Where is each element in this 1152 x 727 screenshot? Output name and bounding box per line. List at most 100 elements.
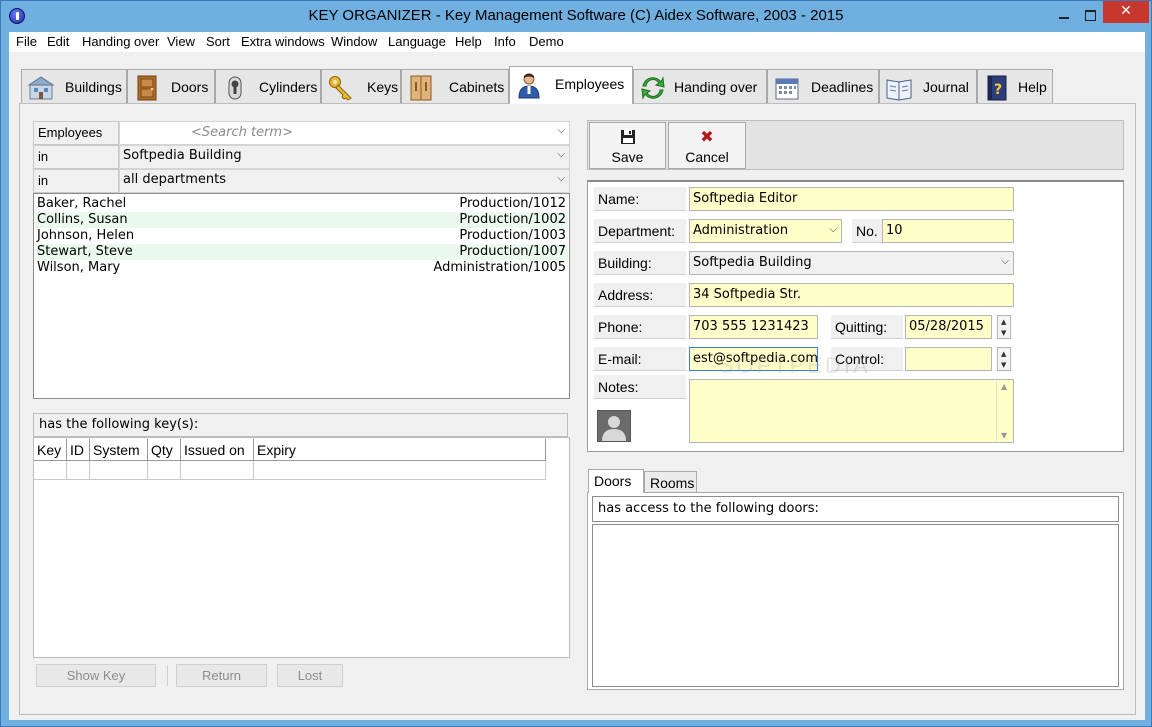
door-access-header: has access to the following doors: [592,496,1119,522]
control-date-spinner[interactable]: ▲ ▼ [997,347,1011,371]
tab-doors[interactable]: Doors [127,69,215,103]
column-header-id[interactable]: ID [67,439,90,461]
in-label: in [33,169,119,193]
table-cell[interactable] [90,461,148,480]
tab-handing-over[interactable]: Handing over [633,69,767,103]
tab-label: Cabinets [449,79,505,95]
employee-photo[interactable] [597,410,631,442]
chevron-down-icon[interactable]: ⌵ [557,125,565,136]
menu-help[interactable]: Help [455,34,482,49]
door-access-panel: has access to the following doors: [587,492,1124,690]
tab-journal[interactable]: Journal [879,69,977,103]
tab-doors-access[interactable]: Doors [588,469,644,493]
spin-down-icon[interactable]: ▼ [1001,361,1006,369]
tab-keys[interactable]: Keys [321,69,401,103]
menu-file[interactable]: File [16,34,37,49]
save-label: Save [611,149,644,165]
employee-department: Production/1007 [459,244,566,259]
employee-department: Production/1003 [459,228,566,243]
spin-up-icon[interactable]: ▲ [1001,350,1006,358]
list-item[interactable]: Stewart, Steve Production/1007 [35,244,568,260]
in-label: in [33,145,119,169]
number-field[interactable]: 10 [882,219,1014,243]
employee-list[interactable]: Baker, Rachel Production/1012 Collins, S… [33,193,570,399]
tab-label: Keys [367,79,399,95]
cancel-label: Cancel [685,149,729,165]
spin-down-icon[interactable]: ▼ [1001,329,1006,337]
menu-view[interactable]: View [167,34,195,49]
tab-deadlines[interactable]: Deadlines [767,69,879,103]
scroll-up-icon[interactable]: ▲ [1001,382,1007,391]
table-cell[interactable] [181,461,254,480]
tab-label: Cylinders [259,79,318,95]
scroll-down-icon[interactable]: ▼ [1001,431,1007,440]
phone-field[interactable]: 703 555 1231423 [689,315,818,339]
department-filter-combo[interactable]: all departments ⌵ [119,169,570,193]
keys-table[interactable]: Key ID System Qty Issued on Expiry [33,437,570,658]
name-field[interactable]: Softpedia Editor [689,187,1014,211]
minimize-button[interactable] [1051,7,1077,28]
building-label: Building: [594,251,686,275]
employee-name: Johnson, Helen [37,228,135,243]
email-field[interactable]: est@softpedia.com [689,347,818,371]
list-item[interactable]: Collins, Susan Production/1002 [35,212,568,228]
employee-department: Production/1012 [459,196,566,211]
column-header-key[interactable]: Key [34,439,67,461]
chevron-down-icon[interactable]: ⌵ [829,224,837,235]
table-cell[interactable] [67,461,90,480]
close-button[interactable]: ✕ [1103,1,1149,23]
tab-help[interactable]: ? Help [977,69,1053,103]
control-date-field[interactable] [905,347,992,371]
cancel-button[interactable]: ✖ Cancel [668,122,746,169]
tab-label: Help [1018,79,1047,95]
door-access-list[interactable] [592,524,1119,687]
tab-cabinets[interactable]: Cabinets [401,69,509,103]
list-item[interactable]: Baker, Rachel Production/1012 [35,196,568,212]
title-bar: KEY ORGANIZER - Key Management Software … [1,1,1151,32]
employees-filter-label: Employees [33,121,119,145]
table-cell[interactable] [254,461,546,480]
tab-rooms-access[interactable]: Rooms [644,471,697,494]
building-combo[interactable]: Softpedia Building ⌵ [689,251,1014,275]
tab-employees[interactable]: Employees [509,66,633,104]
menu-window[interactable]: Window [331,34,377,49]
table-cell[interactable] [34,461,67,480]
menu-handing-over[interactable]: Handing over [82,34,159,49]
column-header-qty[interactable]: Qty [148,439,181,461]
notes-field[interactable] [689,379,1014,443]
search-combo[interactable]: <Search term> ⌵ [119,121,570,145]
menu-edit[interactable]: Edit [47,34,69,49]
quitting-date-spinner[interactable]: ▲ ▼ [997,315,1011,339]
spin-up-icon[interactable]: ▲ [1001,318,1006,326]
tab-buildings[interactable]: Buildings [21,69,127,103]
quitting-date-field[interactable]: 05/28/2015 [905,315,992,339]
maximize-button[interactable] [1077,7,1103,28]
menu-sort[interactable]: Sort [206,34,230,49]
lost-button[interactable]: Lost [277,664,343,687]
column-header-system[interactable]: System [90,439,148,461]
building-filter-combo[interactable]: Softpedia Building ⌵ [119,145,570,169]
menu-demo[interactable]: Demo [529,34,564,49]
window-title: KEY ORGANIZER - Key Management Software … [308,7,844,24]
building-filter-value: Softpedia Building [123,148,242,163]
address-field[interactable]: 34 Softpedia Str. [689,283,1014,307]
show-key-button[interactable]: Show Key [36,664,156,687]
list-item[interactable]: Wilson, Mary Administration/1005 [35,260,568,276]
table-cell[interactable] [148,461,181,480]
tab-cylinders[interactable]: Cylinders [215,69,321,103]
list-item[interactable]: Johnson, Helen Production/1003 [35,228,568,244]
column-header-expiry[interactable]: Expiry [254,439,546,461]
chevron-down-icon[interactable]: ⌵ [557,149,565,160]
column-header-issued-on[interactable]: Issued on [181,439,254,461]
chevron-down-icon[interactable]: ⌵ [1001,256,1009,267]
menu-language[interactable]: Language [388,34,446,49]
department-combo[interactable]: Administration ⌵ [689,219,842,243]
save-button[interactable]: Save [589,122,666,169]
chevron-down-icon[interactable]: ⌵ [557,173,565,184]
return-button[interactable]: Return [176,664,267,687]
notes-scrollbar[interactable]: ▲ ▼ [996,381,1012,441]
phone-label: Phone: [594,315,686,339]
menu-extra-windows[interactable]: Extra windows [241,34,325,49]
tab-label: Deadlines [811,79,874,95]
menu-info[interactable]: Info [494,34,516,49]
